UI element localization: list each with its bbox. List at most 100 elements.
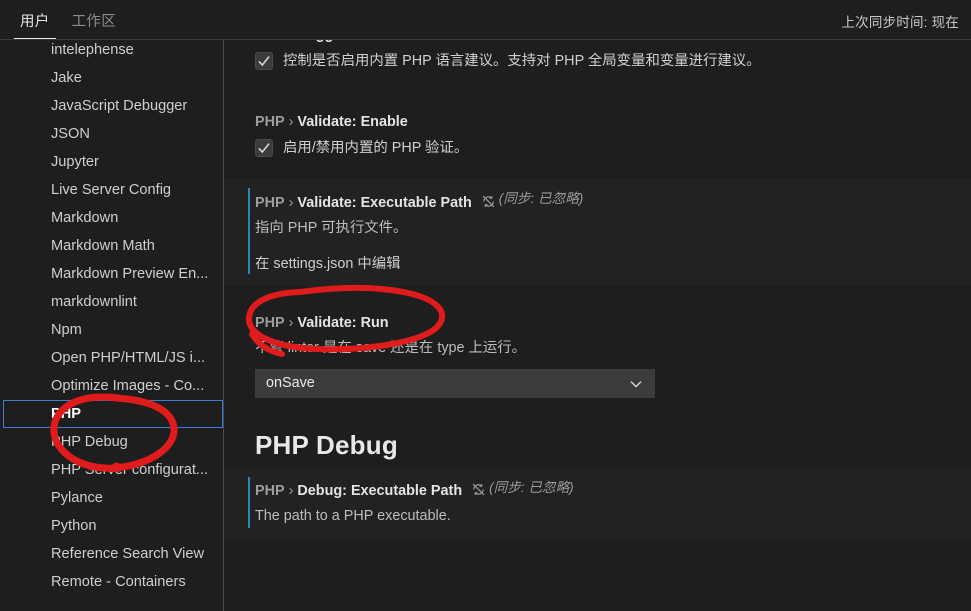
toc-item-reference-search-view[interactable]: Reference Search View	[0, 540, 224, 568]
toc-item-label: intelephense	[51, 42, 134, 58]
setting-key: Suggest: Basic	[297, 40, 401, 46]
toc-item-jake[interactable]: Jake	[0, 64, 224, 92]
setting-description: 启用/禁用内置的 PHP 验证。	[283, 140, 469, 156]
setting-php-debug-executable-path[interactable]: PHP › Debug: Executable Path (同步: 已忽略) T…	[224, 466, 971, 540]
chevron-down-icon	[628, 376, 644, 397]
setting-description: 不管 linter 是在 save 还是在 type 上运行。	[255, 339, 527, 356]
toc-item-label: Npm	[51, 322, 82, 338]
toc-item-optimize-images[interactable]: Optimize Images - Co...	[0, 372, 224, 400]
toc-item-label: JavaScript Debugger	[51, 98, 188, 114]
toc-item-markdownlint[interactable]: markdownlint	[0, 288, 224, 316]
toc-item-markdown-preview-enhanced[interactable]: Markdown Preview En...	[0, 260, 224, 288]
toc-item-label: Markdown Preview En...	[51, 266, 209, 282]
setting-category: PHP	[255, 483, 285, 499]
toc-item-label: Markdown	[51, 210, 119, 226]
last-sync-status: 上次同步时间: 现在	[841, 15, 959, 30]
toc-item-live-server-config[interactable]: Live Server Config	[0, 176, 224, 204]
toc-item-markdown-math[interactable]: Markdown Math	[0, 232, 224, 260]
sync-note-text: (同步: 已忽略)	[489, 479, 574, 495]
toc-item-json[interactable]: JSON	[0, 120, 224, 148]
setting-php-validate-enable[interactable]: PHP › Validate: Enable 启用/禁用内置的 PHP 验证。	[224, 101, 971, 172]
setting-row: 控制是否启用内置 PHP 语言建议。支持对 PHP 全局变量和变量进行建议。	[255, 49, 955, 73]
toc-item-markdown[interactable]: Markdown	[0, 204, 224, 232]
toc-item-php-server-configuration[interactable]: PHP Server configurat...	[0, 456, 224, 484]
toc-item-php-debug[interactable]: PHP Debug	[0, 428, 224, 456]
toc-item-label: Open PHP/HTML/JS i...	[51, 350, 206, 366]
toc-item-label: PHP	[51, 406, 82, 422]
toc-item-jupyter[interactable]: Jupyter	[0, 148, 224, 176]
edit-in-settings-json-link[interactable]: 在 settings.json 中编辑	[255, 254, 401, 274]
settings-list[interactable]: PHP › Suggest: Basic 控制是否启用内置 PHP 语言建议。支…	[224, 40, 971, 611]
toc-item-label: Pylance	[51, 490, 103, 506]
toc-item-php[interactable]: PHP	[0, 400, 224, 428]
setting-separator: ›	[288, 114, 294, 130]
toc-item-label: markdownlint	[51, 294, 137, 310]
dropdown-validate-run[interactable]: onSave	[255, 368, 655, 398]
tab-workspace[interactable]: 工作区	[66, 0, 122, 40]
sync-ignored-note: (同步: 已忽略)	[481, 188, 584, 210]
setting-description: 控制是否启用内置 PHP 语言建议。支持对 PHP 全局变量和变量进行建议。	[283, 53, 761, 69]
toc-item-label: Jupyter	[51, 154, 99, 170]
checkbox-suggest-basic[interactable]	[255, 52, 273, 70]
sync-ignored-icon	[481, 194, 496, 209]
setting-key: Debug: Executable Path	[297, 483, 463, 499]
setting-title: PHP › Validate: Run	[255, 312, 955, 334]
setting-category: PHP	[255, 114, 285, 130]
settings-header: 用户 工作区 上次同步时间: 现在	[0, 0, 971, 40]
setting-separator: ›	[288, 194, 294, 211]
toc-item-label: Reference Search View	[51, 546, 205, 562]
settings-list-inner: PHP › Suggest: Basic 控制是否启用内置 PHP 语言建议。支…	[224, 40, 971, 540]
setting-php-validate-executable-path[interactable]: PHP › Validate: Executable Path (同步: 已忽略…	[224, 178, 971, 286]
setting-php-suggest-basic[interactable]: PHP › Suggest: Basic 控制是否启用内置 PHP 语言建议。支…	[224, 40, 971, 85]
tab-user-label: 用户	[20, 13, 50, 30]
settings-body: intelephense Jake JavaScript Debugger JS…	[0, 40, 971, 611]
setting-category: PHP	[255, 40, 285, 46]
sync-ignored-glyph	[482, 195, 495, 207]
setting-category: PHP	[255, 194, 285, 211]
toc-item-label: Python	[51, 518, 97, 534]
toc-item-intelephense[interactable]: intelephense	[0, 40, 224, 64]
setting-title: PHP › Suggest: Basic	[255, 40, 955, 46]
setting-description: 指向 PHP 可执行文件。	[255, 219, 408, 236]
setting-php-validate-run[interactable]: PHP › Validate: Run 不管 linter 是在 save 还是…	[224, 302, 971, 410]
tab-user[interactable]: 用户	[14, 0, 56, 40]
toc-item-label: Optimize Images - Co...	[51, 378, 205, 394]
checkmark-icon	[258, 56, 270, 67]
toc-item-python[interactable]: Python	[0, 512, 224, 540]
toc-item-label: Markdown Math	[51, 238, 155, 254]
setting-title: PHP › Validate: Enable	[255, 111, 955, 133]
setting-key: Validate: Run	[297, 314, 389, 331]
toc-item-label: PHP Server configurat...	[51, 462, 209, 478]
tab-workspace-label: 工作区	[71, 13, 117, 30]
toc-item-open-php-html-js[interactable]: Open PHP/HTML/JS i...	[0, 344, 224, 372]
toc-item-label: Jake	[51, 70, 82, 86]
sync-ignored-note: (同步: 已忽略)	[471, 477, 574, 499]
setting-description: The path to a PHP executable.	[255, 508, 451, 524]
toc-item-label: Live Server Config	[51, 182, 172, 198]
setting-category: PHP	[255, 314, 285, 331]
setting-separator: ›	[288, 314, 294, 331]
checkmark-icon	[258, 143, 270, 154]
setting-key: Validate: Executable Path	[297, 194, 472, 211]
setting-row: 启用/禁用内置的 PHP 验证。	[255, 136, 955, 160]
toc-item-javascript-debugger[interactable]: JavaScript Debugger	[0, 92, 224, 120]
settings-scope-tabs: 用户 工作区	[0, 0, 132, 40]
sync-ignored-icon	[471, 482, 486, 497]
checkbox-validate-enable[interactable]	[255, 139, 273, 157]
section-heading-php-debug: PHP Debug	[255, 429, 398, 460]
settings-table-of-contents[interactable]: intelephense Jake JavaScript Debugger JS…	[0, 40, 224, 611]
setting-key: Validate: Enable	[297, 114, 408, 130]
dropdown-selected-value: onSave	[266, 375, 315, 391]
toc-item-npm[interactable]: Npm	[0, 316, 224, 344]
setting-separator: ›	[288, 483, 294, 499]
toc-list: intelephense Jake JavaScript Debugger JS…	[0, 40, 224, 596]
sync-note-text: (同步: 已忽略)	[498, 191, 584, 206]
toc-item-remote-containers[interactable]: Remote - Containers	[0, 568, 224, 596]
toc-item-pylance[interactable]: Pylance	[0, 484, 224, 512]
setting-title: PHP › Validate: Executable Path (同步: 已忽略…	[255, 188, 955, 214]
setting-title: PHP › Debug: Executable Path (同步: 已忽略)	[255, 477, 955, 503]
sync-ignored-glyph	[472, 483, 485, 496]
toc-item-label: Remote - Containers	[51, 574, 186, 590]
